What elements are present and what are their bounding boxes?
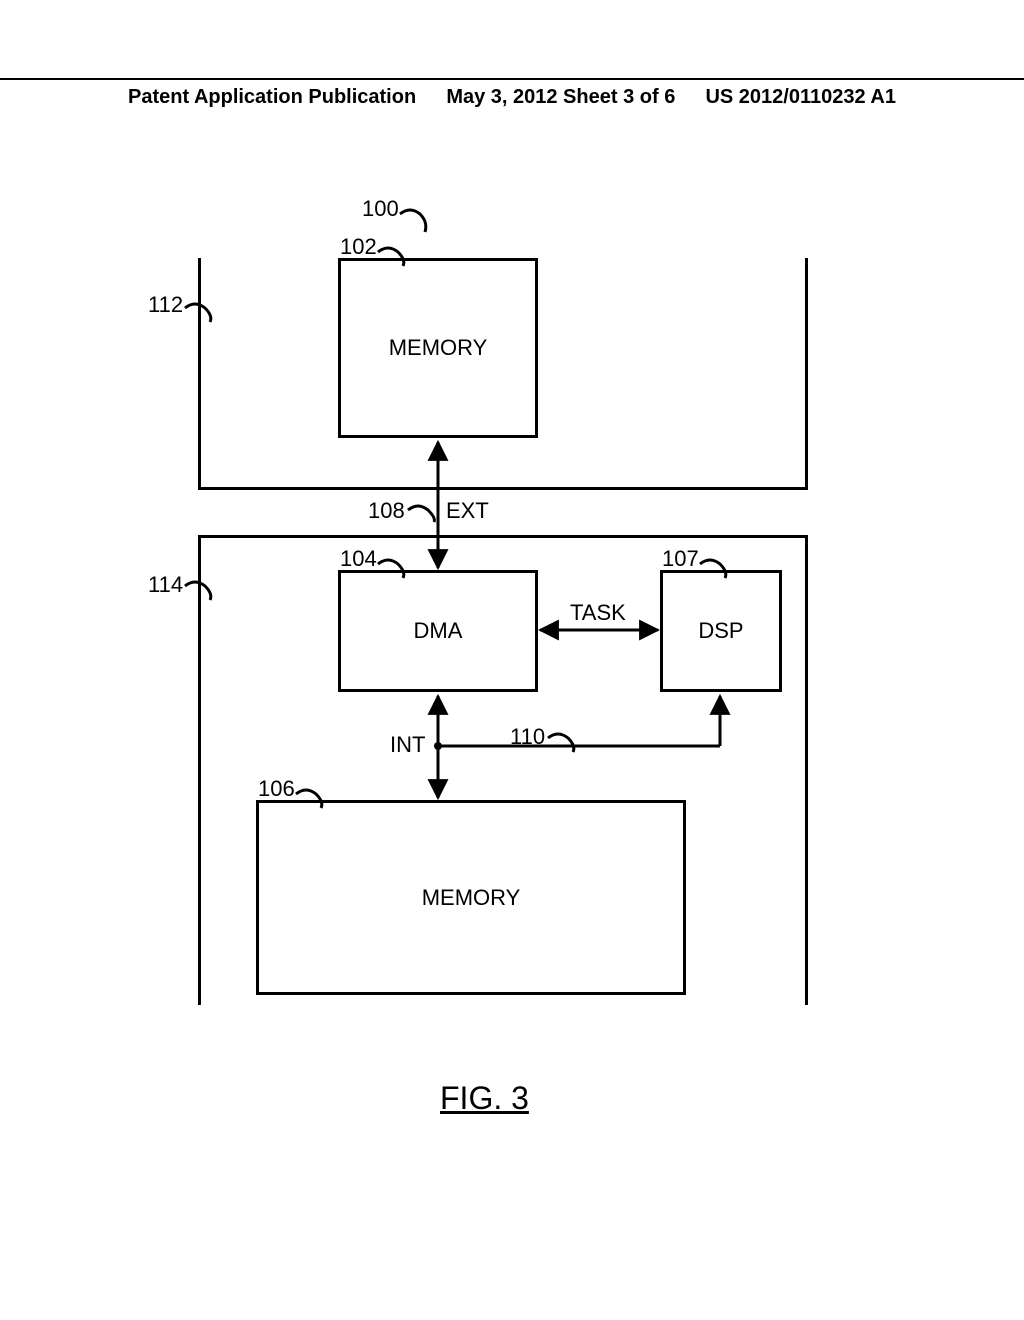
block-memory-top-label: MEMORY <box>389 335 488 361</box>
header-right: US 2012/0110232 A1 <box>705 86 896 109</box>
page-header: Patent Application Publication May 3, 20… <box>0 78 1024 109</box>
block-dsp: DSP <box>660 570 782 692</box>
block-dma-label: DMA <box>414 618 463 644</box>
diagram: MEMORY DMA DSP MEMORY <box>0 180 1024 1080</box>
ref-102: 102 <box>340 234 377 260</box>
edge-int: INT <box>390 732 425 758</box>
header-left: Patent Application Publication <box>128 86 416 109</box>
ref-104: 104 <box>340 546 377 572</box>
block-dsp-label: DSP <box>698 618 743 644</box>
ref-114: 114 <box>148 572 183 598</box>
ref-110: 110 <box>510 724 545 750</box>
ref-107: 107 <box>662 546 699 572</box>
header-center: May 3, 2012 Sheet 3 of 6 <box>446 86 675 109</box>
block-memory-bot-label: MEMORY <box>422 885 521 911</box>
block-memory-bot: MEMORY <box>256 800 686 995</box>
edge-ext: EXT <box>446 498 489 524</box>
block-dma: DMA <box>338 570 538 692</box>
ref-112: 112 <box>148 292 183 318</box>
ref-106: 106 <box>258 776 295 802</box>
figure-caption: FIG. 3 <box>440 1080 529 1117</box>
block-memory-top: MEMORY <box>338 258 538 438</box>
ref-100: 100 <box>362 196 399 222</box>
edge-task: TASK <box>570 600 626 626</box>
ref-108: 108 <box>368 498 405 524</box>
